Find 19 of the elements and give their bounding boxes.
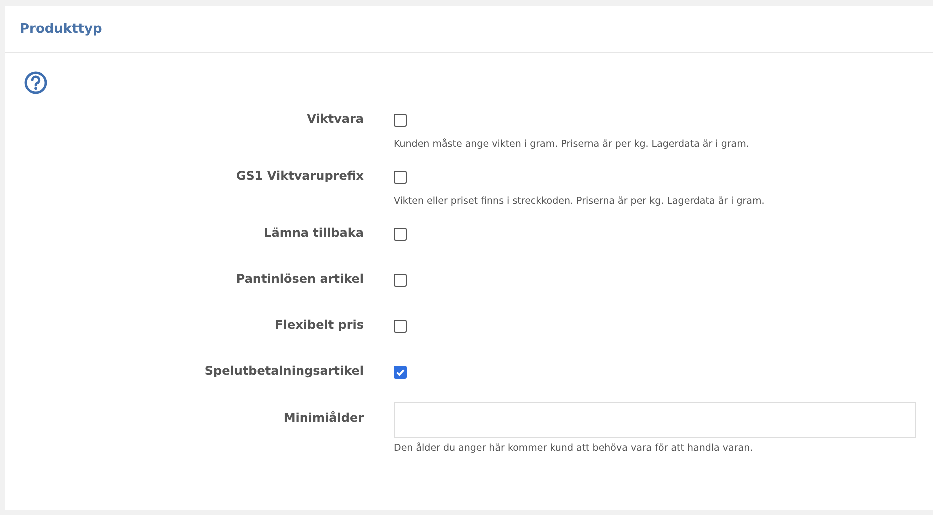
field-label: Lämna tillbaka (263, 226, 365, 240)
field-label: Viktvara (306, 112, 365, 126)
field-label: Pantinlösen artikel (235, 272, 365, 286)
panel-title: Produkttyp (20, 22, 102, 36)
help-icon[interactable] (24, 71, 48, 95)
field-label: Minimiålder (282, 410, 365, 425)
input-field[interactable] (394, 402, 916, 438)
field-label: Spelutbetalningsartikel (204, 364, 365, 378)
checkbox[interactable] (394, 171, 407, 184)
checkbox[interactable] (394, 228, 407, 241)
help-text: Den ålder du anger här kommer kund att behöva vara för att handla varan. (394, 443, 754, 454)
checkbox[interactable] (394, 114, 407, 127)
field-label: Flexibelt pris (274, 318, 365, 332)
checkbox[interactable] (394, 366, 407, 379)
help-text: Vikten eller priset finns i streckkoden. Priserna är per kg. Lagerdata är i gram. (394, 196, 765, 207)
help-text: Kunden måste ange vikten i gram. Priserna är per kg. Lagerdata är i gram. (394, 139, 750, 150)
checkbox[interactable] (394, 320, 407, 333)
checkbox[interactable] (394, 274, 407, 287)
field-label: GS1 Viktvaruprefix (235, 169, 365, 183)
